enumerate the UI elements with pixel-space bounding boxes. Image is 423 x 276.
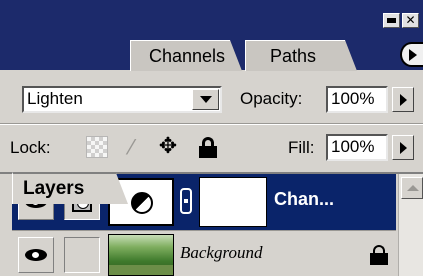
link-cell[interactable]: [64, 237, 100, 273]
eye-icon: [25, 249, 47, 261]
lock-label: Lock:: [10, 138, 51, 157]
tab-paths[interactable]: Paths: [245, 40, 357, 71]
layer-name[interactable]: Chan...: [274, 189, 334, 210]
background-thumbnail[interactable]: [108, 234, 174, 276]
lock-position-move-icon[interactable]: ✥: [157, 136, 179, 158]
layer-name[interactable]: Background: [180, 243, 262, 263]
fill-field[interactable]: 100%: [326, 134, 388, 161]
opacity-label: Opacity:: [240, 89, 303, 108]
blend-mode-value: Lighten: [27, 89, 83, 108]
palette-menu-arrow-icon[interactable]: [400, 42, 423, 67]
layers-palette: ✕ Paths Channels Layers Lighten Opacity:…: [0, 0, 423, 276]
adjustment-icon: [131, 192, 153, 214]
blend-mode-select[interactable]: Lighten: [22, 86, 222, 113]
chevron-down-icon[interactable]: [192, 89, 219, 110]
tab-layers[interactable]: Layers: [12, 172, 128, 204]
close-button[interactable]: ✕: [402, 13, 419, 28]
layer-mask-thumbnail[interactable]: [199, 177, 267, 227]
tab-channels[interactable]: Channels: [130, 40, 242, 71]
palette-title-bar[interactable]: ✕: [0, 0, 423, 30]
lock-transparency-icon[interactable]: [86, 136, 108, 158]
opacity-field[interactable]: 100%: [326, 86, 388, 113]
chain-link-icon[interactable]: [180, 188, 192, 214]
lock-all-icon[interactable]: [197, 136, 219, 158]
layers-scrollbar[interactable]: [398, 174, 423, 276]
opacity-slider-arrow-icon[interactable]: [392, 87, 414, 112]
lock-image-brush-icon[interactable]: ⁄: [120, 136, 142, 158]
scroll-up-icon[interactable]: [401, 177, 423, 199]
fill-slider-arrow-icon[interactable]: [392, 135, 414, 160]
layer-options: Lighten Opacity: 100% Lock: ⁄ ✥ Fill: 10…: [0, 72, 423, 172]
fill-label: Fill:: [288, 138, 315, 157]
lock-icon: [370, 245, 388, 265]
minimize-button[interactable]: [383, 13, 400, 28]
visibility-toggle[interactable]: [18, 237, 54, 273]
options-divider: [0, 123, 423, 125]
layer-row-background[interactable]: Background: [12, 230, 396, 276]
